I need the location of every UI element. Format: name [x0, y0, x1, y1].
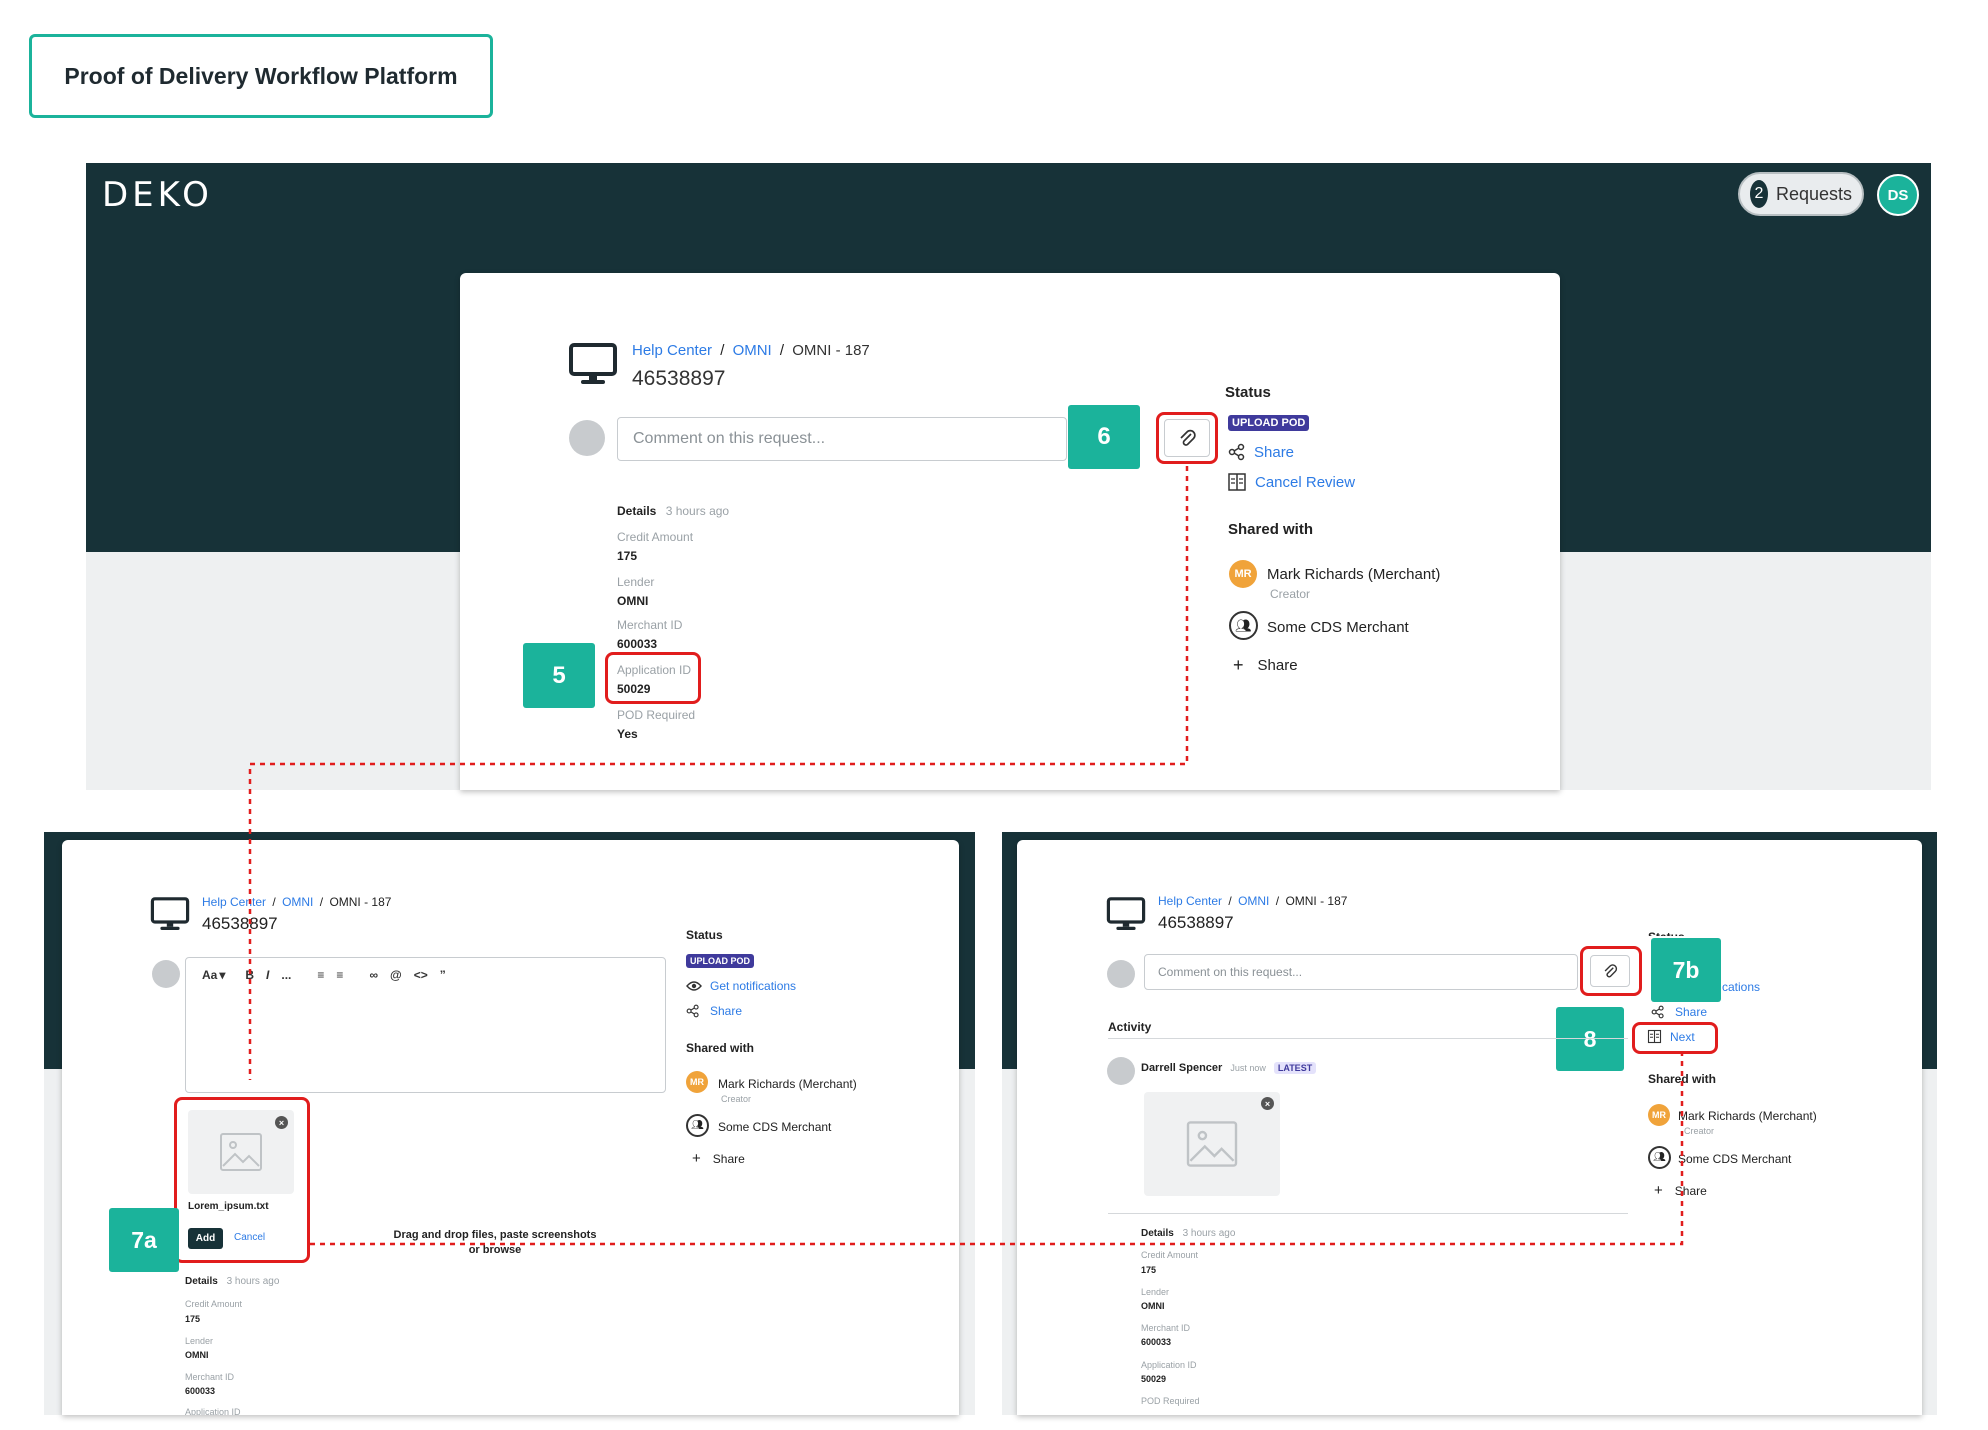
flow-connectors — [248, 466, 1684, 1246]
connector-6-to-7a — [248, 466, 1189, 1080]
connector-7a-to-8 — [310, 1054, 1684, 1246]
